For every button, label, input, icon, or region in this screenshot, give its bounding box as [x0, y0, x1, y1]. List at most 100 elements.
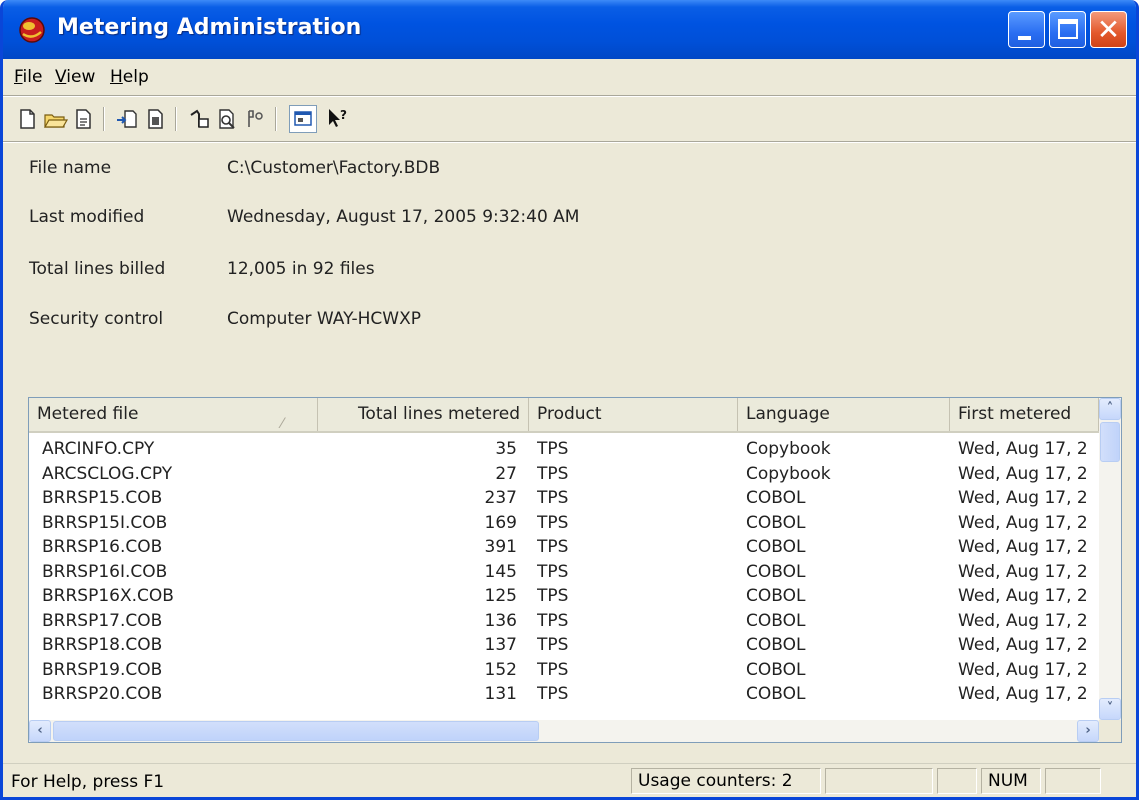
menu-help[interactable]: Help	[110, 67, 149, 87]
cell-total-lines: 169	[484, 512, 517, 533]
cell-total-lines: 131	[484, 684, 517, 704]
scroll-up-button[interactable]: ˄	[1099, 398, 1121, 420]
cell-first-metered: Wed, Aug 17, 2	[958, 659, 1088, 680]
table-row[interactable]: BRRSP19.COB 152 TPS COBOL Wed, Aug 17, 2	[29, 659, 1099, 681]
scroll-right-button[interactable]: ›	[1077, 720, 1099, 742]
minimize-button[interactable]	[1008, 11, 1045, 48]
close-button[interactable]: ✕	[1090, 11, 1127, 48]
scroll-down-button[interactable]: ˅	[1099, 698, 1121, 720]
import-icon	[117, 110, 137, 128]
context-help-button[interactable]: ?	[323, 105, 351, 133]
table-row[interactable]: BRRSP16I.COB 145 TPS COBOL Wed, Aug 17, 2	[29, 561, 1099, 583]
cell-product: TPS	[537, 610, 569, 631]
table-row[interactable]: BRRSP16X.COB 125 TPS COBOL Wed, Aug 17, 2	[29, 585, 1099, 607]
menu-bar: File View Help	[3, 59, 1136, 95]
cell-language: COBOL	[746, 512, 806, 533]
report-button[interactable]	[141, 105, 169, 133]
chevron-right-icon: ›	[1085, 723, 1091, 738]
properties-button[interactable]	[69, 105, 97, 133]
link-icon	[190, 109, 209, 128]
toolbar-separator	[103, 107, 105, 131]
cell-metered-file: BRRSP18.COB	[42, 635, 163, 655]
menu-view[interactable]: View	[55, 67, 95, 87]
cell-product: TPS	[537, 512, 569, 533]
table-row[interactable]: ARCINFO.CPY 35 TPS Copybook Wed, Aug 17, 2	[29, 438, 1099, 460]
view-icon	[294, 111, 312, 126]
table-row[interactable]: ARCSCLOG.CPY 27 TPS Copybook Wed, Aug 17, 2	[29, 463, 1099, 485]
import-button[interactable]	[113, 105, 141, 133]
column-header-language[interactable]: Language	[738, 398, 950, 431]
status-usage-counters: Usage counters: 2	[631, 768, 821, 794]
table-row[interactable]: BRRSP15I.COB 169 TPS COBOL Wed, Aug 17, 2	[29, 512, 1099, 534]
chevron-left-icon: ‹	[37, 723, 43, 738]
title-bar[interactable]: Metering Administration ✕	[3, 0, 1136, 59]
security-button[interactable]	[241, 105, 269, 133]
table-row[interactable]: BRRSP16.COB 391 TPS COBOL Wed, Aug 17, 2	[29, 536, 1099, 558]
status-num-lock: NUM	[981, 768, 1041, 794]
cell-metered-file: BRRSP16I.COB	[42, 561, 168, 582]
cell-total-lines: 27	[495, 463, 517, 484]
cell-metered-file: BRRSP20.COB	[42, 684, 163, 704]
cell-product: TPS	[537, 439, 569, 459]
find-button[interactable]	[213, 105, 241, 133]
table-row[interactable]: BRRSP18.COB 137 TPS COBOL Wed, Aug 17, 2	[29, 634, 1099, 656]
column-header-total-lines[interactable]: Total lines metered	[318, 398, 529, 431]
svg-text:?: ?	[340, 108, 347, 122]
cell-language: COBOL	[746, 610, 806, 631]
view-toggle-button[interactable]	[289, 105, 317, 133]
cell-total-lines: 35	[495, 439, 517, 459]
scroll-left-button[interactable]: ‹	[29, 720, 51, 742]
app-window: Metering Administration ✕ File View Help	[0, 0, 1139, 800]
scrollbar-corner	[1099, 720, 1121, 742]
menu-file[interactable]: File	[14, 67, 42, 87]
cell-first-metered: Wed, Aug 17, 2	[958, 586, 1088, 606]
cell-product: TPS	[537, 537, 569, 557]
chevron-up-icon: ˄	[1106, 401, 1114, 416]
cell-product: TPS	[537, 659, 569, 680]
open-folder-icon	[43, 114, 69, 128]
table-row[interactable]: BRRSP15.COB 237 TPS COBOL Wed, Aug 17, 2	[29, 487, 1099, 509]
context-help-icon: ?	[329, 108, 347, 127]
list-header: Metered file ⁄ Total lines metered Produ…	[29, 398, 1099, 433]
cell-product: TPS	[537, 586, 569, 606]
toolbar-separator	[175, 107, 177, 131]
cell-language: COBOL	[746, 684, 806, 704]
cell-first-metered: Wed, Aug 17, 2	[958, 463, 1088, 484]
status-pane-empty	[937, 768, 977, 794]
table-row[interactable]: BRRSP20.COB 131 TPS COBOL Wed, Aug 17, 2	[29, 683, 1099, 705]
maximize-button[interactable]	[1049, 11, 1086, 48]
open-button[interactable]	[41, 105, 69, 133]
cell-first-metered: Wed, Aug 17, 2	[958, 537, 1088, 557]
status-bar: For Help, press F1 Usage counters: 2 NUM	[3, 763, 1136, 797]
table-row[interactable]: BRRSP17.COB 136 TPS COBOL Wed, Aug 17, 2	[29, 610, 1099, 632]
cell-product: TPS	[537, 684, 569, 704]
status-pane-empty	[1045, 768, 1101, 794]
cell-first-metered: Wed, Aug 17, 2	[958, 684, 1088, 704]
cell-language: COBOL	[746, 488, 806, 508]
cell-first-metered: Wed, Aug 17, 2	[958, 561, 1088, 582]
app-logo-icon	[19, 17, 45, 43]
new-file-icon	[20, 109, 35, 129]
vertical-scroll-thumb[interactable]	[1100, 422, 1120, 462]
column-header-metered-file[interactable]: Metered file ⁄	[29, 398, 318, 431]
security-control-value: Computer WAY-HCWXP	[227, 309, 421, 329]
cell-first-metered: Wed, Aug 17, 2	[958, 635, 1088, 655]
cell-product: TPS	[537, 635, 569, 655]
cell-total-lines: 125	[484, 586, 517, 606]
link-button[interactable]	[185, 105, 213, 133]
horizontal-scroll-thumb[interactable]	[53, 721, 539, 741]
cell-metered-file: ARCSCLOG.CPY	[42, 463, 173, 484]
cell-product: TPS	[537, 463, 569, 484]
cell-language: COBOL	[746, 561, 806, 582]
file-name-value: C:\Customer\Factory.BDB	[227, 158, 441, 178]
column-header-first-metered[interactable]: First metered	[950, 398, 1099, 431]
new-file-button[interactable]	[13, 105, 41, 133]
cell-metered-file: BRRSP19.COB	[42, 659, 163, 680]
cell-total-lines: 391	[484, 537, 517, 557]
cell-first-metered: Wed, Aug 17, 2	[958, 610, 1088, 631]
metered-files-list[interactable]: Metered file ⁄ Total lines metered Produ…	[28, 397, 1122, 743]
security-control-label: Security control	[29, 309, 164, 329]
cell-total-lines: 137	[484, 635, 517, 655]
column-header-product[interactable]: Product	[529, 398, 738, 431]
minimize-icon	[1018, 36, 1031, 40]
